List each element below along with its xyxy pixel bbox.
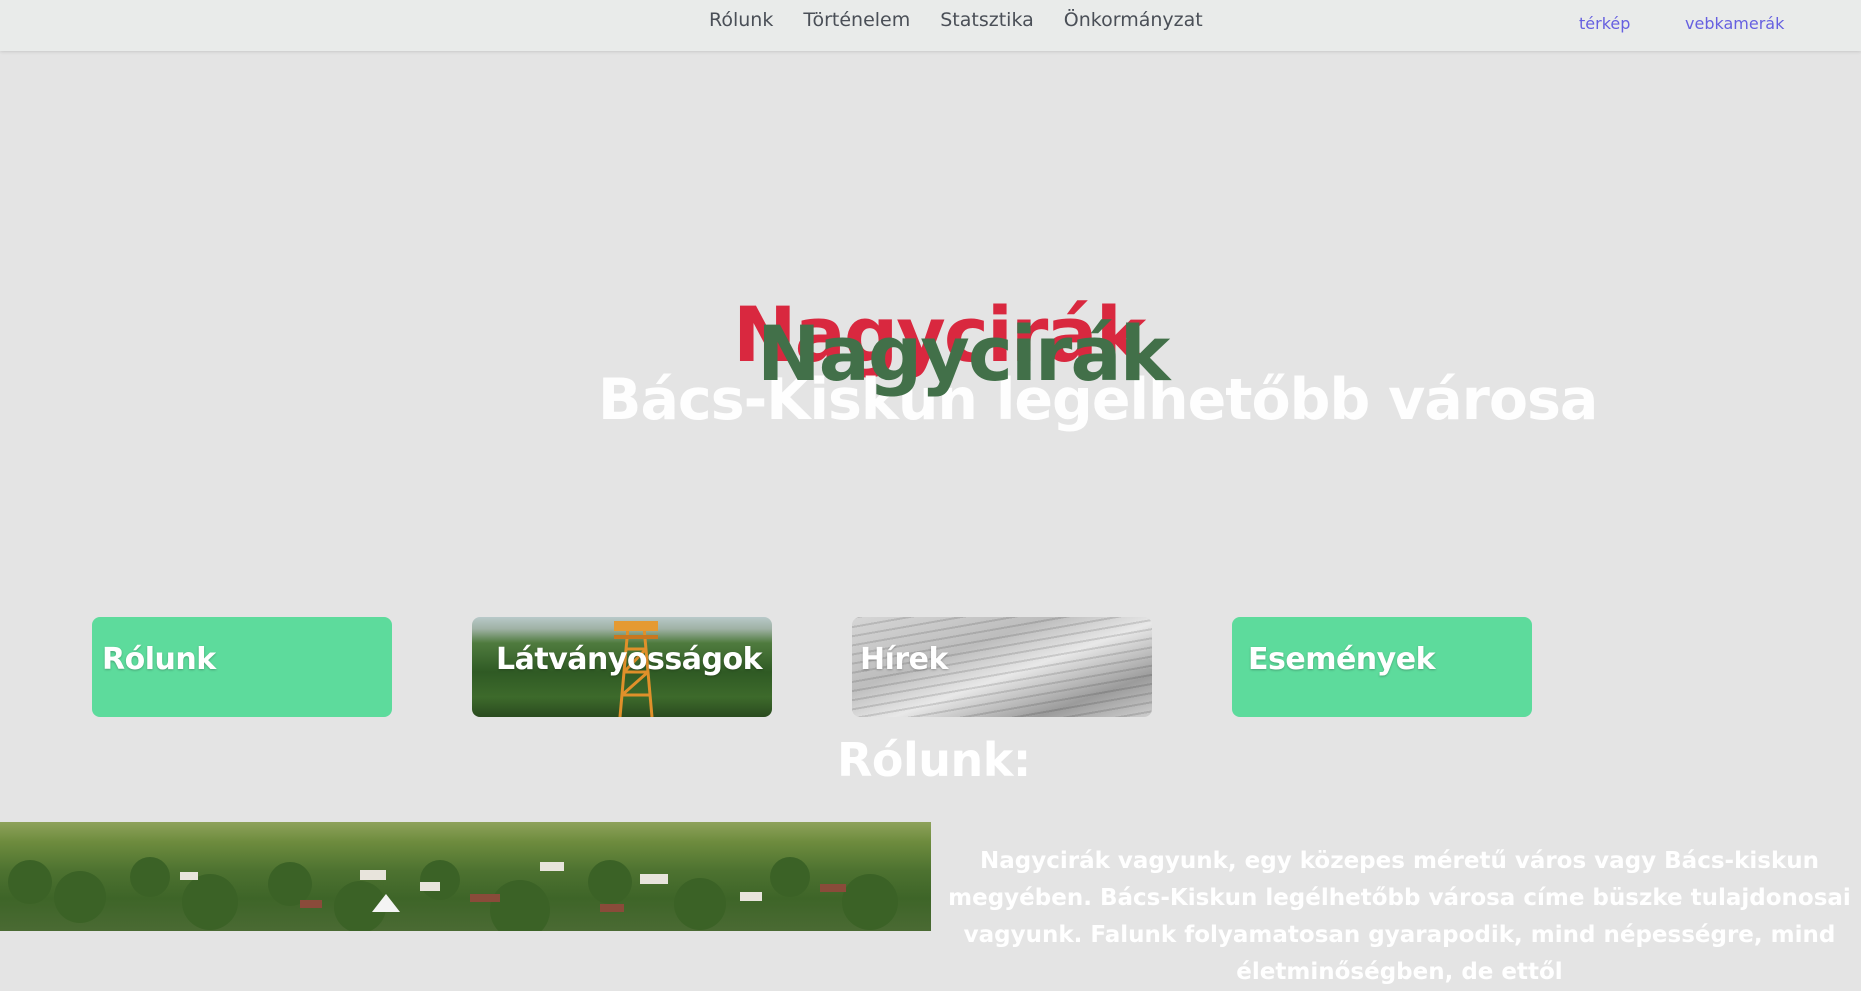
card-esemenyek[interactable]: Események — [1232, 617, 1532, 717]
nav-item-tortenelem[interactable]: Történelem — [803, 9, 910, 31]
card-latvanyossagok[interactable]: Látványosságok — [472, 617, 772, 717]
card-label: Események — [1248, 642, 1436, 677]
webcam-link[interactable]: vebkamerák — [1685, 14, 1784, 33]
card-label: Rólunk — [102, 642, 216, 677]
hero-title: Nagycirák — [757, 309, 1170, 398]
nav-item-rolunk[interactable]: Rólunk — [709, 9, 773, 31]
nav-item-statisztika[interactable]: Statsztika — [940, 9, 1034, 31]
about-text: Nagycirák vagyunk, egy közepes méretű vá… — [948, 848, 1851, 985]
town-photo — [0, 822, 931, 931]
main-nav: Rólunk Történelem Statsztika Önkormányza… — [709, 9, 1233, 31]
nav-item-onkormanyzat[interactable]: Önkormányzat — [1064, 9, 1203, 31]
map-link[interactable]: térkép — [1579, 14, 1630, 33]
town-photo-illustration — [8, 857, 898, 931]
card-hirek[interactable]: Hírek — [852, 617, 1152, 717]
about-heading: Rólunk: — [837, 733, 1031, 787]
top-nav-bar: Rólunk Történelem Statsztika Önkormányza… — [0, 0, 1861, 51]
card-label: Látványosságok — [496, 642, 763, 677]
card-label: Hírek — [860, 642, 948, 677]
card-rolunk[interactable]: Rólunk — [92, 617, 392, 717]
